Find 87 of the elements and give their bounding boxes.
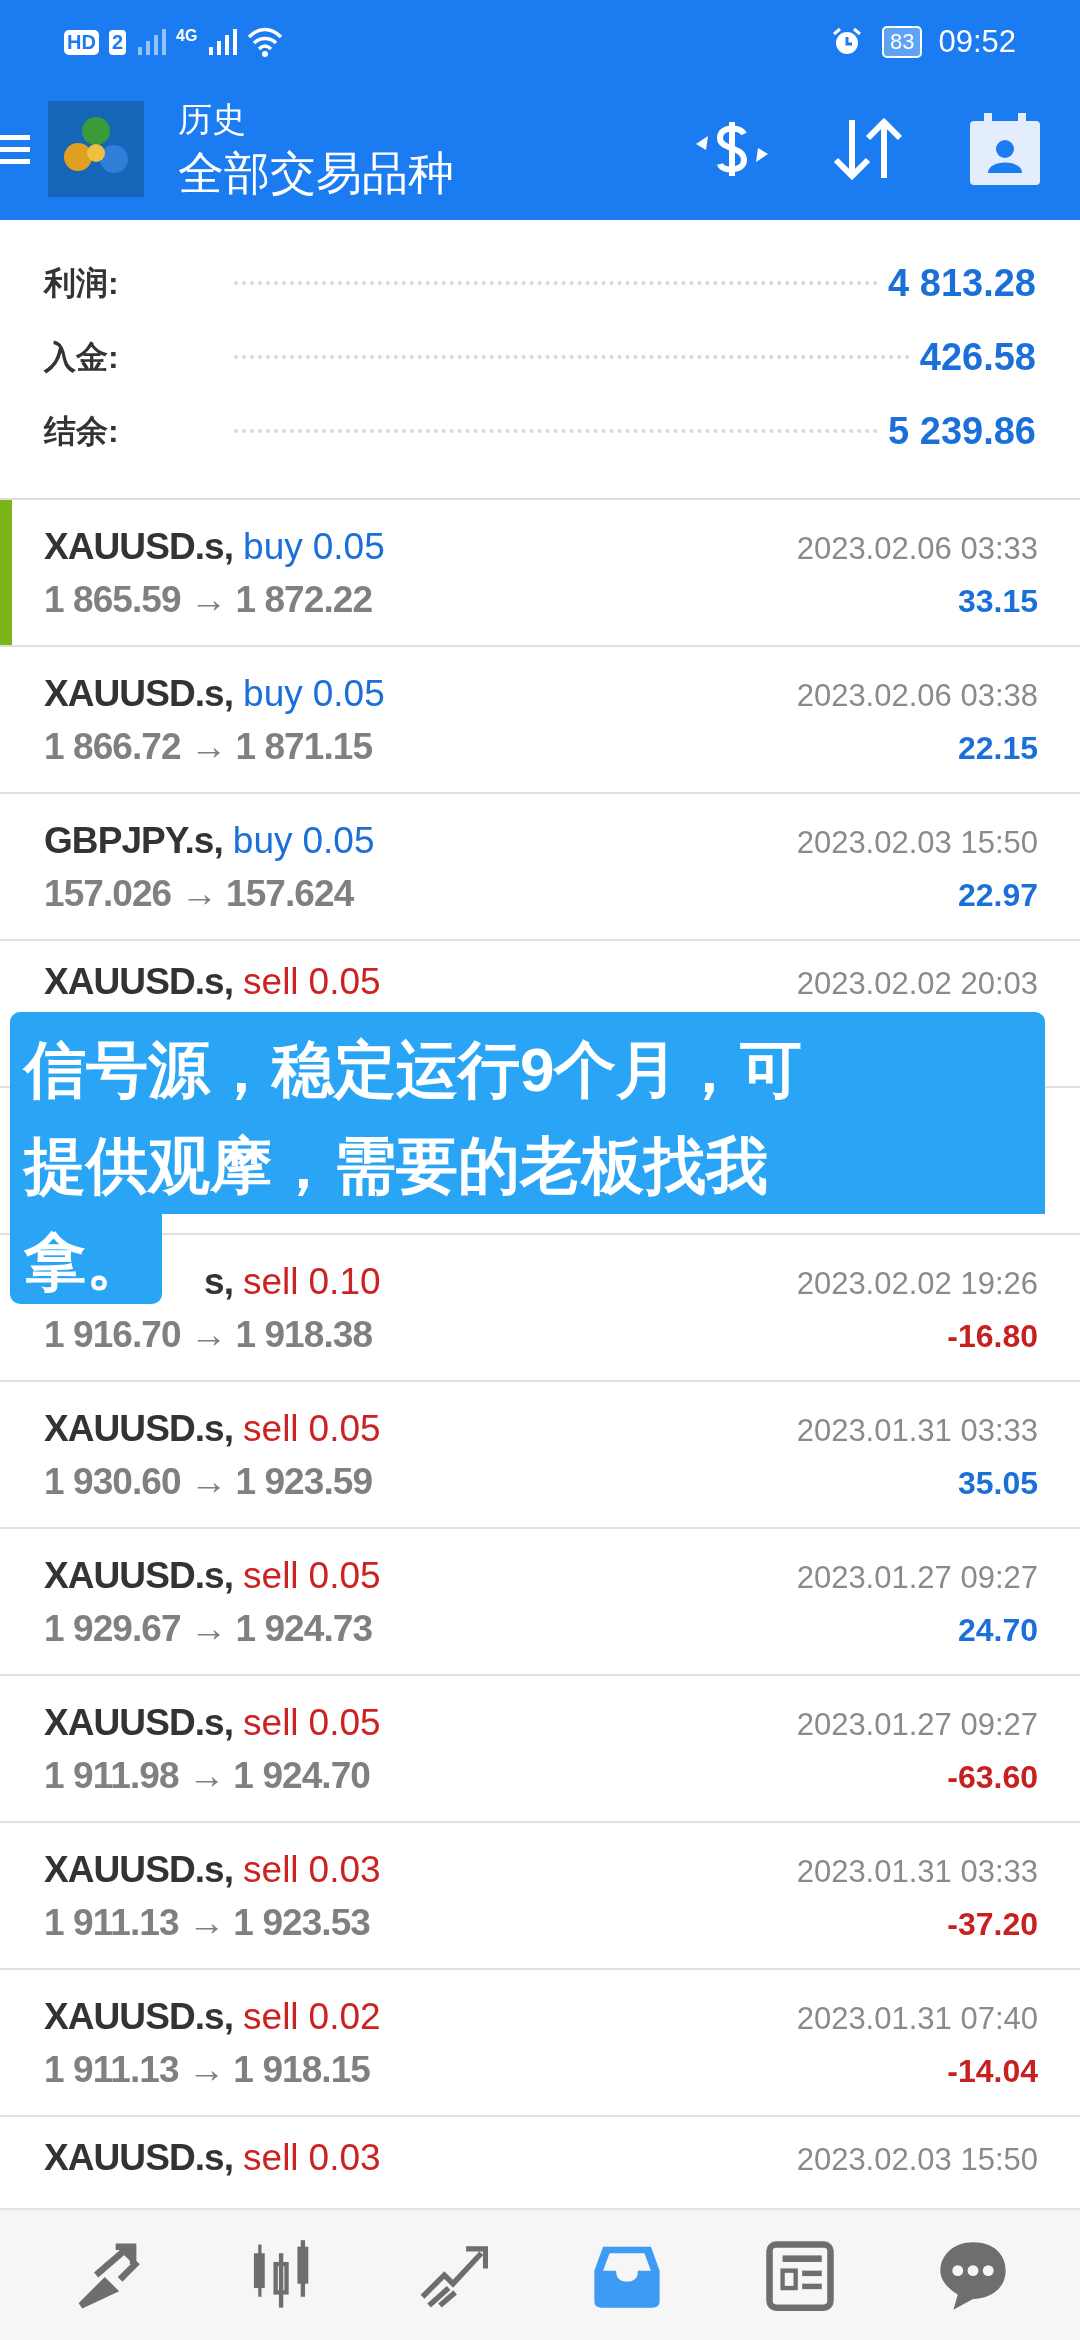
trade-volume: 0.10 — [308, 1262, 381, 1300]
trade-side: sell — [243, 1262, 299, 1300]
summary-value: 426.58 — [919, 334, 1036, 380]
trade-time: 2023.01.31 03:33 — [796, 1414, 1038, 1446]
trade-prices: 157.026 → 157.624 — [44, 874, 354, 912]
trade-profit: 22.15 — [957, 731, 1038, 764]
trade-prices: 1 911.13 → 1 923.53 — [44, 1903, 370, 1941]
trade-side: sell — [243, 2139, 299, 2176]
summary-value: 5 239.86 — [888, 408, 1036, 454]
newspaper-icon[interactable] — [764, 2238, 835, 2312]
caption-text: 信号源，稳定运行9个月，可 — [24, 1035, 803, 1104]
trade-side: sell — [243, 1850, 299, 1888]
signal-icon — [207, 27, 238, 57]
trade-side: sell — [243, 1997, 299, 2035]
trade-prices: 1 865.59 → 1 872.22 — [44, 580, 373, 618]
trade-symbol: XAUUSD.s, — [44, 1409, 234, 1447]
trade-volume: 0.05 — [312, 527, 385, 565]
trade-time: 2023.02.03 15:50 — [796, 826, 1038, 858]
trade-side: sell — [243, 1703, 299, 1741]
trade-volume: 0.05 — [308, 1703, 381, 1741]
trade-volume: 0.03 — [308, 1850, 381, 1888]
trade-time: 2023.02.03 15:50 — [796, 2144, 1038, 2175]
trade-symbol: XAUUSD.s, — [44, 527, 234, 565]
summary-value: 4 813.28 — [888, 260, 1036, 306]
trade-side: buy — [243, 527, 303, 565]
trade-volume: 0.05 — [302, 821, 375, 859]
trade-volume: 0.05 — [308, 1409, 381, 1447]
trade-profit: -63.60 — [947, 1760, 1038, 1793]
trade-side: sell — [243, 1556, 299, 1594]
trade-prices: 1 916.70 → 1 918.38 — [44, 1315, 373, 1353]
trade-time: 2023.02.02 20:03 — [796, 968, 1038, 999]
hd-badge: HD — [64, 29, 99, 55]
trade-side: sell — [243, 1409, 299, 1447]
trade-profit: 33.15 — [957, 584, 1038, 617]
trade-time: 2023.01.27 09:27 — [796, 1561, 1038, 1593]
trade-symbol: XAUUSD.s, — [44, 1556, 234, 1594]
trade-symbol: XAUUSD.s, — [44, 1703, 234, 1741]
screen-title: 历史 — [178, 102, 247, 136]
trade-side: sell — [243, 963, 299, 1000]
trade-profit: -16.80 — [947, 1319, 1038, 1352]
trade-prices: 1 911.13 → 1 918.15 — [44, 2050, 370, 2088]
trade-symbol: XAUUSD.s, — [44, 1850, 234, 1888]
sort-icon[interactable] — [832, 116, 904, 182]
alarm-icon — [831, 27, 862, 57]
trade-symbol: XAUUSD.s, — [44, 963, 234, 1000]
trade-prices: 1 930.60 → 1 923.59 — [44, 1462, 373, 1500]
trade-profit: 22.97 — [957, 878, 1038, 911]
trade-side: buy — [243, 674, 303, 712]
clock-time: 09:52 — [938, 22, 1016, 61]
sim-badge: 2 — [108, 29, 126, 55]
calendar-contact-icon[interactable] — [970, 113, 1040, 185]
trade-volume: 0.02 — [308, 1997, 381, 2035]
trade-prices: 1 866.72 → 1 871.15 — [44, 727, 373, 765]
trade-profit: -14.04 — [947, 2054, 1038, 2087]
network-label: 4G — [176, 26, 198, 46]
trade-prices: 1 929.67 → 1 924.73 — [44, 1609, 373, 1647]
trade-symbol: GBPJPY.s, — [44, 821, 223, 859]
summary-label: 入金: — [44, 338, 120, 377]
caption-text: 拿。 — [24, 1227, 148, 1296]
trade-symbol: XAUUSD.s, — [44, 674, 234, 712]
app-logo-icon — [48, 101, 144, 197]
trade-profit: 35.05 — [957, 1466, 1038, 1499]
trade-volume: 0.05 — [308, 963, 381, 1000]
caption-text: 提供观摩，需要的老板找我 — [24, 1131, 768, 1200]
trade-time: 2023.02.02 19:26 — [796, 1267, 1038, 1299]
trade-volume: 0.05 — [308, 1556, 381, 1594]
trade-symbol: s, — [204, 1262, 233, 1300]
symbol-filter[interactable]: 全部交易品种 — [178, 150, 454, 196]
trade-time: 2023.01.31 07:40 — [796, 2002, 1038, 2034]
trade-time: 2023.02.06 03:38 — [796, 679, 1038, 711]
trade-symbol: XAUUSD.s, — [44, 1997, 234, 2035]
battery-indicator: 83 — [881, 26, 923, 58]
trade-profit: 24.70 — [957, 1613, 1038, 1646]
signal-icon — [136, 27, 166, 57]
trade-time: 2023.01.27 09:27 — [796, 1708, 1038, 1740]
summary-label: 利润: — [44, 264, 120, 303]
trade-side: buy — [232, 821, 293, 859]
trade-time: 2023.02.06 03:33 — [796, 532, 1038, 564]
trade-volume: 0.03 — [308, 2139, 381, 2176]
summary-label: 结余: — [44, 412, 120, 451]
trade-time: 2023.01.31 03:33 — [796, 1855, 1038, 1887]
wifi-icon — [247, 27, 284, 57]
trade-symbol: XAUUSD.s, — [44, 2139, 234, 2176]
trade-prices: 1 911.98 → 1 924.70 — [44, 1756, 370, 1794]
trade-volume: 0.05 — [312, 674, 385, 712]
trade-profit: -37.20 — [947, 1907, 1038, 1940]
menu-icon[interactable] — [0, 132, 30, 166]
